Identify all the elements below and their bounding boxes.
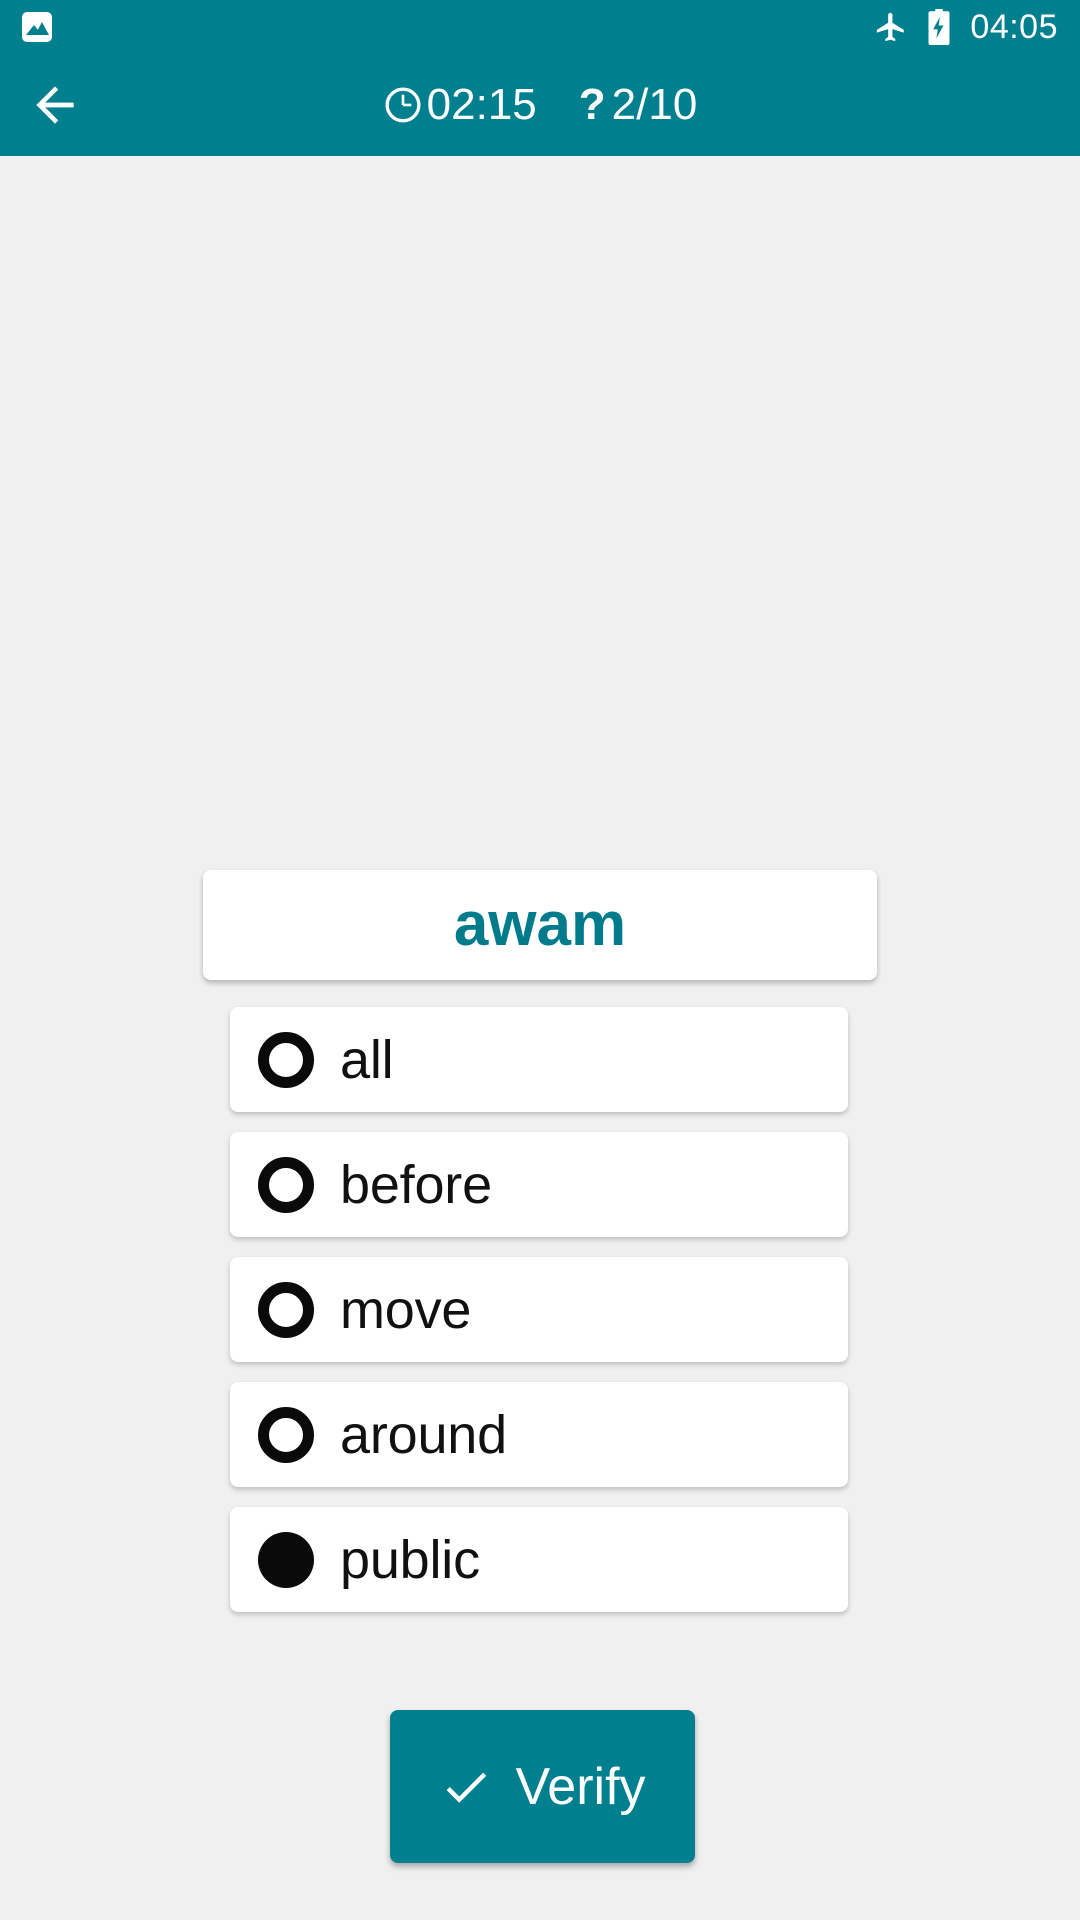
app-bar: 02:15 ? 2/10	[0, 54, 1080, 156]
answer-option[interactable]: around	[230, 1382, 848, 1487]
airplane-mode-icon	[877, 12, 905, 42]
app-bar-center: 02:15 ? 2/10	[0, 54, 1080, 156]
word-card: awam	[203, 870, 877, 980]
status-bar-clock: 04:05	[970, 8, 1058, 46]
clock-icon	[385, 87, 421, 123]
answer-options-list: all before move around public	[230, 1007, 848, 1632]
question-progress-value: 2/10	[611, 80, 698, 129]
check-icon	[447, 1772, 487, 1803]
answer-option[interactable]: move	[230, 1257, 848, 1362]
question-progress: ? 2/10	[579, 83, 698, 127]
radio-button-unselected[interactable]	[258, 1031, 314, 1088]
timer-display: 02:15	[383, 83, 537, 127]
radio-button-unselected[interactable]	[258, 1156, 314, 1213]
verify-button[interactable]: Verify	[390, 1710, 695, 1863]
question-mark-icon: ?	[578, 80, 606, 129]
answer-option[interactable]: public	[230, 1507, 848, 1612]
status-bar-left	[22, 12, 52, 42]
quiz-content: awam all before move around public Verify	[0, 156, 1080, 1920]
back-arrow-icon	[36, 86, 74, 124]
back-button[interactable]	[0, 54, 110, 156]
answer-option-label: all	[340, 1029, 394, 1090]
answer-option[interactable]: all	[230, 1007, 848, 1112]
photo-icon	[22, 12, 52, 42]
status-bar: 04:05	[0, 0, 1080, 54]
answer-option-label: public	[340, 1529, 480, 1590]
quiz-word: awam	[453, 890, 627, 959]
status-bar-right: 04:05	[874, 9, 1058, 45]
timer-value: 02:15	[426, 80, 537, 129]
radio-button-unselected[interactable]	[258, 1406, 314, 1463]
verify-button-label: Verify	[515, 1757, 646, 1816]
radio-button-unselected[interactable]	[258, 1281, 314, 1338]
radio-button-selected[interactable]	[258, 1531, 314, 1588]
battery-charging-icon	[928, 9, 950, 45]
answer-option-label: move	[340, 1279, 472, 1340]
answer-option[interactable]: before	[230, 1132, 848, 1237]
answer-option-label: around	[340, 1404, 507, 1465]
answer-option-label: before	[340, 1154, 492, 1215]
